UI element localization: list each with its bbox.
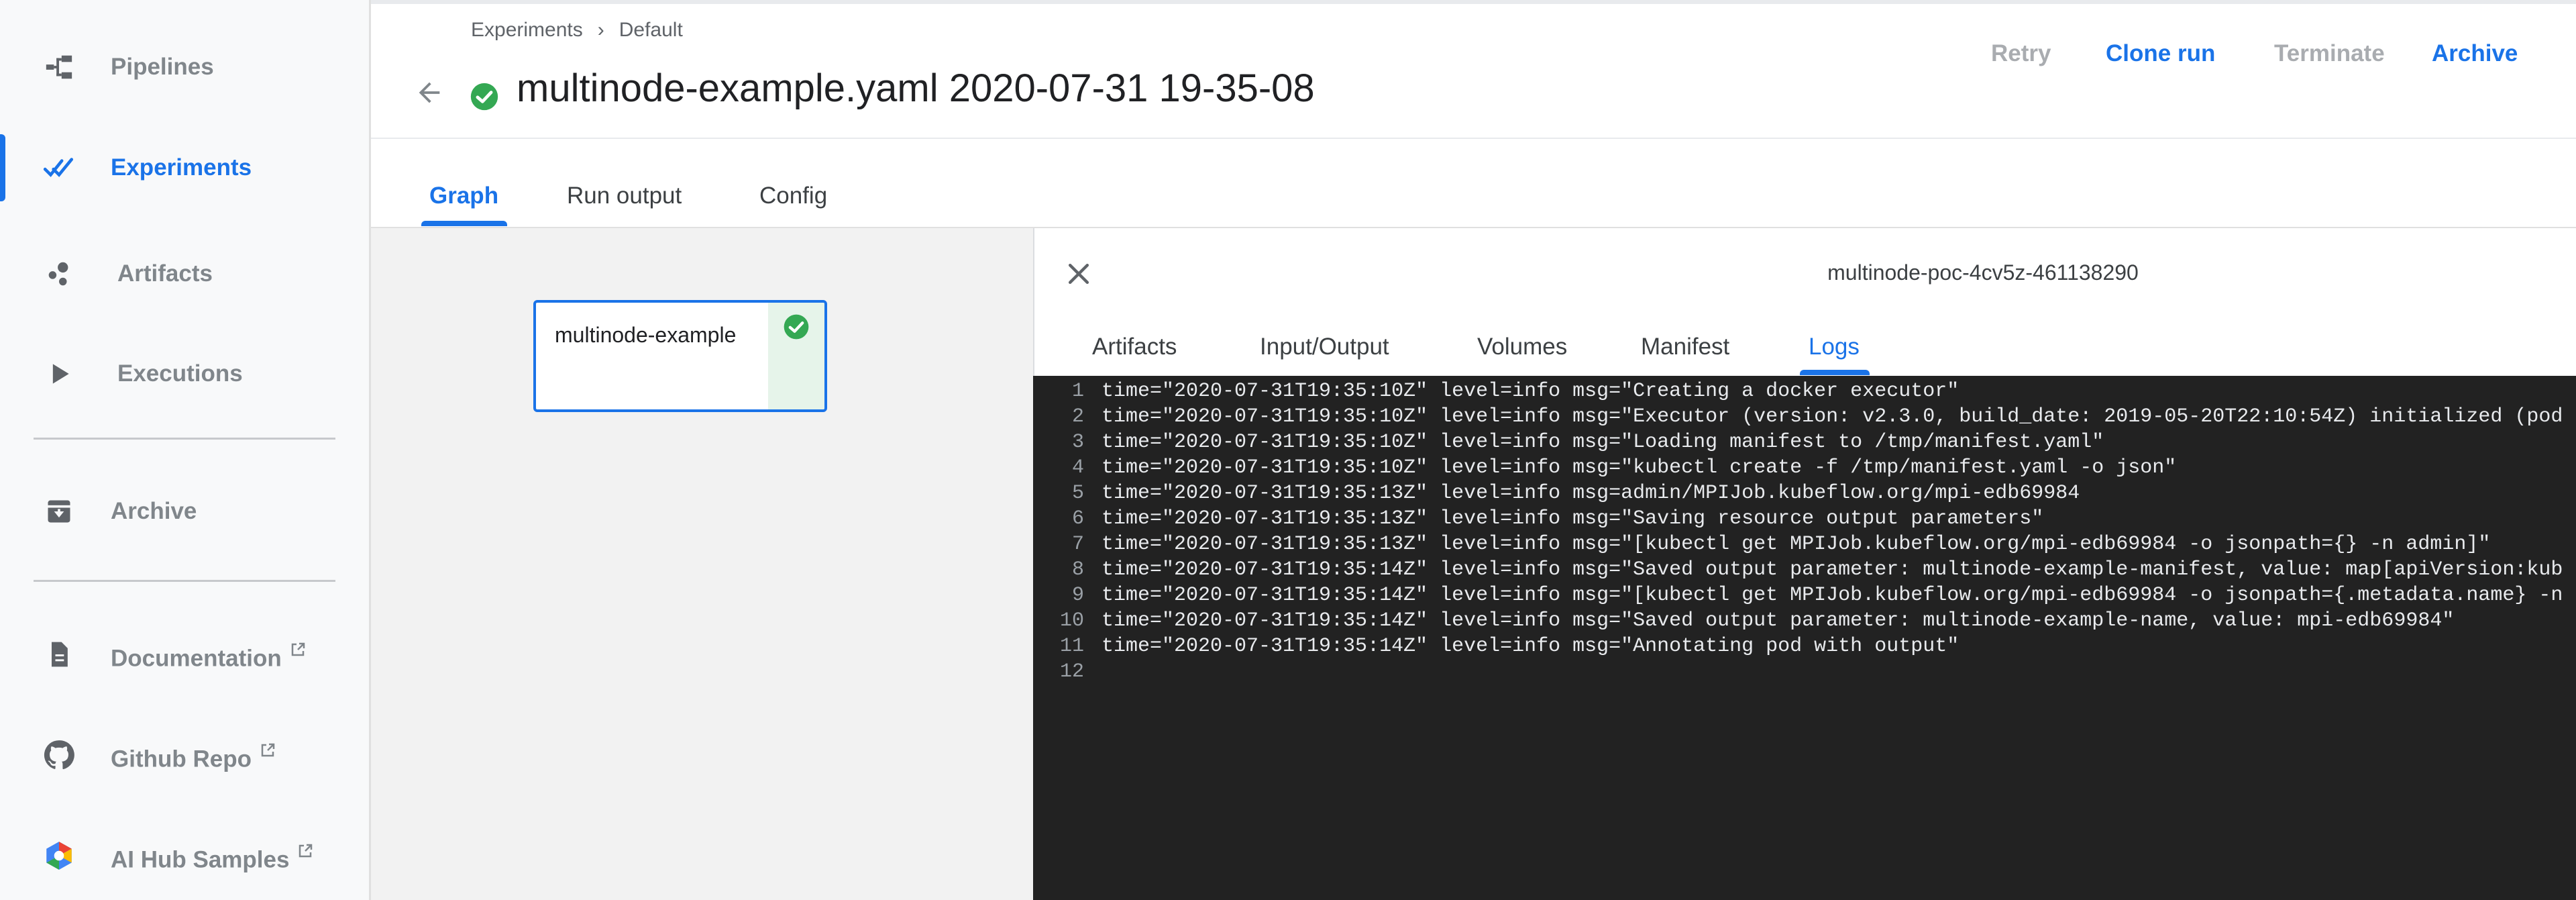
back-arrow-icon[interactable] bbox=[411, 74, 448, 111]
github-icon bbox=[40, 736, 78, 774]
success-check-icon bbox=[783, 313, 810, 409]
log-line-number: 1 bbox=[1071, 380, 1084, 403]
sidebar-divider bbox=[34, 580, 335, 582]
log-line-text: time="2020-07-31T19:35:14Z" level=info m… bbox=[1102, 609, 2455, 632]
top-border bbox=[371, 0, 2576, 4]
external-link-icon bbox=[290, 637, 306, 664]
log-line-number: 2 bbox=[1071, 405, 1084, 428]
sidebar-item-archive[interactable]: Archive bbox=[0, 478, 369, 545]
archive-icon bbox=[40, 493, 78, 530]
sidebar-item-label: Archive bbox=[111, 498, 197, 524]
panel-tab-manifest[interactable]: Manifest bbox=[1641, 334, 1729, 360]
sidebar-item-label: Artifacts bbox=[117, 260, 213, 287]
success-check-icon bbox=[470, 82, 499, 111]
log-line-text: time="2020-07-31T19:35:10Z" level=info m… bbox=[1102, 405, 2563, 428]
sidebar-item-ai-hub-samples[interactable]: AI Hub Samples bbox=[0, 822, 369, 889]
log-line: 2 time="2020-07-31T19:35:10Z" level=info … bbox=[1033, 404, 2576, 430]
log-line: 10 time="2020-07-31T19:35:14Z" level=info… bbox=[1033, 608, 2576, 634]
panel-tab-artifacts[interactable]: Artifacts bbox=[1092, 334, 1177, 360]
panel-title: multinode-poc-4cv5z-461138290 bbox=[1827, 260, 2139, 285]
panel-tab-input-output[interactable]: Input/Output bbox=[1260, 334, 1389, 360]
tab-graph[interactable]: Graph bbox=[429, 183, 498, 209]
log-line-text: time="2020-07-31T19:35:10Z" level=info m… bbox=[1102, 456, 2177, 479]
log-line-number: 4 bbox=[1071, 456, 1084, 479]
log-line: 3 time="2020-07-31T19:35:10Z" level=info … bbox=[1033, 430, 2576, 455]
artifacts-icon bbox=[40, 255, 78, 293]
log-line-text: time="2020-07-31T19:35:13Z" level=info m… bbox=[1102, 507, 2044, 530]
page-title: multinode-example.yaml 2020-07-31 19-35-… bbox=[517, 66, 1315, 110]
tab-graph-underline bbox=[421, 221, 507, 226]
sidebar-item-label: Pipelines bbox=[111, 54, 214, 80]
log-line-text: time="2020-07-31T19:35:14Z" level=info m… bbox=[1102, 635, 1960, 658]
panel-tab-logs[interactable]: Logs bbox=[1809, 334, 1860, 360]
log-line-number: 11 bbox=[1059, 635, 1084, 658]
log-line-text: time="2020-07-31T19:35:13Z" level=info m… bbox=[1102, 482, 2080, 505]
log-line-number: 9 bbox=[1071, 584, 1084, 607]
sidebar-item-label: Github Repo bbox=[111, 746, 252, 772]
log-line-number: 12 bbox=[1059, 660, 1084, 683]
terminate-button[interactable]: Terminate bbox=[2274, 40, 2385, 67]
pipelines-icon bbox=[40, 48, 78, 86]
log-line-text: time="2020-07-31T19:35:10Z" level=info m… bbox=[1102, 380, 1960, 403]
external-link-icon bbox=[297, 838, 313, 865]
archive-button[interactable]: Archive bbox=[2432, 40, 2518, 67]
log-line-number: 5 bbox=[1071, 482, 1084, 505]
log-line: 6 time="2020-07-31T19:35:13Z" level=info … bbox=[1033, 506, 2576, 532]
sidebar-item-label: AI Hub Samples bbox=[111, 846, 290, 873]
sidebar-item-github-repo[interactable]: Github Repo bbox=[0, 721, 369, 789]
log-line-text: time="2020-07-31T19:35:14Z" level=info m… bbox=[1102, 558, 2563, 581]
graph-node[interactable]: multinode-example bbox=[533, 300, 827, 412]
sidebar-item-label: Experiments bbox=[111, 154, 252, 181]
executions-icon bbox=[40, 355, 78, 393]
sidebar-item-label: Executions bbox=[117, 360, 243, 387]
log-line: 9 time="2020-07-31T19:35:14Z" level=info … bbox=[1033, 583, 2576, 608]
sidebar-item-documentation[interactable]: Documentation bbox=[0, 621, 369, 688]
log-line: 5 time="2020-07-31T19:35:13Z" level=info … bbox=[1033, 481, 2576, 506]
log-line: 1 time="2020-07-31T19:35:10Z" level=info … bbox=[1033, 379, 2576, 404]
sidebar: Pipelines Experiments Artifacts Executio… bbox=[0, 0, 371, 900]
log-line-text: time="2020-07-31T19:35:10Z" level=info m… bbox=[1102, 431, 2104, 454]
graph-node-status bbox=[768, 303, 824, 409]
clone-run-button[interactable]: Clone run bbox=[2106, 40, 2215, 67]
sidebar-item-label-wrap: AI Hub Samples bbox=[111, 838, 313, 874]
sidebar-item-label: Documentation bbox=[111, 645, 282, 672]
sidebar-item-executions[interactable]: Executions bbox=[0, 340, 369, 407]
tab-config[interactable]: Config bbox=[759, 183, 827, 209]
sidebar-item-artifacts[interactable]: Artifacts bbox=[0, 240, 369, 307]
log-line-number: 6 bbox=[1071, 507, 1084, 530]
panel-tab-volumes[interactable]: Volumes bbox=[1477, 334, 1567, 360]
breadcrumb: Experiments › Default bbox=[471, 19, 683, 42]
breadcrumb-experiments[interactable]: Experiments bbox=[471, 19, 583, 42]
panel-tab-logs-underline bbox=[1800, 370, 1870, 375]
sidebar-item-label-wrap: Documentation bbox=[111, 637, 306, 672]
breadcrumb-default[interactable]: Default bbox=[619, 19, 683, 42]
graph-node-label: multinode-example bbox=[555, 323, 737, 347]
log-line: 12 bbox=[1033, 659, 2576, 685]
tab-run-output[interactable]: Run output bbox=[567, 183, 682, 209]
log-line-number: 3 bbox=[1071, 431, 1084, 454]
log-line: 4 time="2020-07-31T19:35:10Z" level=info … bbox=[1033, 455, 2576, 481]
retry-button[interactable]: Retry bbox=[1991, 40, 2051, 67]
external-link-icon bbox=[260, 738, 276, 764]
sidebar-item-experiments[interactable]: Experiments bbox=[0, 134, 369, 201]
documentation-icon bbox=[40, 636, 78, 673]
logs-viewer[interactable]: 1 time="2020-07-31T19:35:10Z" level=info … bbox=[1033, 376, 2576, 900]
log-line-number: 8 bbox=[1071, 558, 1084, 581]
log-line: 11 time="2020-07-31T19:35:14Z" level=info… bbox=[1033, 634, 2576, 659]
breadcrumb-separator: › bbox=[597, 19, 604, 41]
log-line-number: 10 bbox=[1059, 609, 1084, 632]
log-line: 8 time="2020-07-31T19:35:14Z" level=info … bbox=[1033, 557, 2576, 583]
log-line-text: time="2020-07-31T19:35:13Z" level=info m… bbox=[1102, 533, 2491, 556]
sidebar-divider bbox=[34, 438, 335, 440]
ai-hub-icon bbox=[40, 837, 78, 874]
log-line-text: time="2020-07-31T19:35:14Z" level=info m… bbox=[1102, 584, 2563, 607]
experiments-icon bbox=[40, 149, 78, 187]
header-divider bbox=[371, 138, 2576, 139]
sidebar-item-label-wrap: Github Repo bbox=[111, 738, 276, 773]
close-icon[interactable] bbox=[1060, 255, 1097, 293]
log-line: 7 time="2020-07-31T19:35:13Z" level=info … bbox=[1033, 532, 2576, 557]
sidebar-item-pipelines[interactable]: Pipelines bbox=[0, 34, 369, 101]
log-line-number: 7 bbox=[1071, 533, 1084, 556]
